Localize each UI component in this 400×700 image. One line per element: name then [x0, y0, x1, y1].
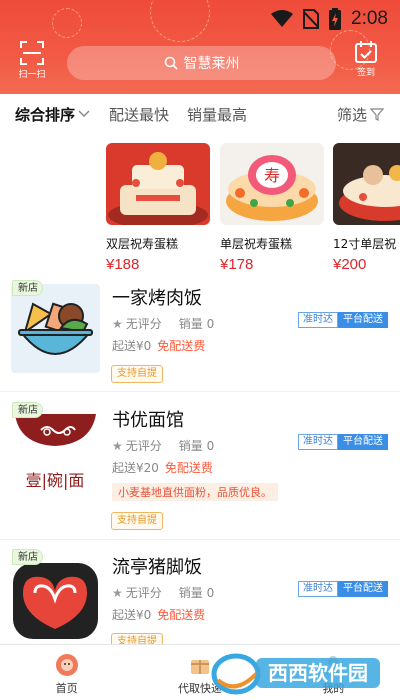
- sort-sales-label: 销量最高: [187, 105, 248, 124]
- delivery-fee: 免配送费: [157, 608, 206, 622]
- chevron-down-icon: [78, 110, 90, 118]
- no-sim-icon: [303, 9, 320, 29]
- pickup-badge: 支持自提: [111, 365, 163, 383]
- platform-delivery-tag: 平台配送: [338, 312, 388, 328]
- delivery-fee: 免配送费: [164, 461, 213, 475]
- watermark-logo: 西西软件园: [211, 653, 380, 695]
- store-name: 书优面馆: [112, 410, 184, 431]
- product-name: 12寸单层祝: [333, 237, 397, 251]
- new-store-badge: 新店: [12, 280, 43, 296]
- product-name: 单层祝寿蛋糕: [220, 237, 293, 251]
- store-fee: 起送¥0 免配送费: [112, 337, 205, 354]
- cake-image: [333, 143, 400, 225]
- home-icon: [55, 654, 78, 676]
- store-fee: 起送¥0 免配送费: [112, 606, 205, 623]
- store-logo: [11, 553, 100, 642]
- scan-label: 扫一扫: [18, 70, 46, 80]
- filter-label: 筛选: [336, 105, 367, 124]
- new-store-badge: 新店: [12, 402, 43, 418]
- app-screen: 2:08 扫一扫 智慧莱州 签到 综合排序 配送最快 销量最高 筛选 双层祝寿蛋…: [0, 0, 400, 700]
- signin-label: 签到: [356, 68, 375, 78]
- logo-text: 壹|碗|面: [26, 471, 85, 490]
- wifi-icon: [271, 10, 294, 27]
- star-icon: ★: [112, 438, 123, 453]
- new-store-badge: 新店: [12, 549, 43, 565]
- store-name: 流亭猪脚饭: [112, 557, 202, 578]
- search-input[interactable]: 智慧莱州: [67, 46, 336, 80]
- nav-home[interactable]: 首页: [0, 645, 133, 700]
- sort-comprehensive-label: 综合排序: [15, 105, 76, 124]
- store-logo: [11, 284, 100, 373]
- store-card[interactable]: 壹|碗|面 新店 书优面馆 ★ 无评分 销量 0 起送¥20 免配送费 准时达 平…: [0, 402, 400, 538]
- header: 2:08 扫一扫 智慧莱州 签到: [0, 0, 400, 94]
- star-icon: ★: [112, 316, 123, 331]
- svg-text:寿: 寿: [264, 166, 280, 185]
- cake-image: 寿: [220, 143, 324, 225]
- store-rating: 无评分: [125, 439, 162, 453]
- store-meta: ★ 无评分 销量 0: [112, 584, 214, 601]
- ontime-tag: 准时达: [298, 581, 338, 597]
- min-order: 起送¥0: [112, 339, 152, 353]
- sort-bar: 综合排序 配送最快 销量最高 筛选: [0, 94, 400, 134]
- calendar-check-icon: [355, 41, 377, 63]
- store-name: 一家烤肉饭: [112, 288, 202, 309]
- firework-decoration: [150, 0, 210, 42]
- firework-decoration: [52, 8, 82, 38]
- sort-fastest-label: 配送最快: [109, 105, 170, 124]
- pickup-badge: 支持自提: [111, 512, 163, 530]
- delivery-tags: 准时达 平台配送: [298, 434, 388, 450]
- platform-delivery-tag: 平台配送: [338, 434, 388, 450]
- delivery-tags: 准时达 平台配送: [298, 312, 388, 328]
- filter-button[interactable]: 筛选: [337, 94, 384, 134]
- store-meta: ★ 无评分 销量 0: [112, 315, 214, 332]
- divider: [0, 391, 400, 392]
- store-fee: 起送¥20 免配送费: [112, 459, 213, 476]
- store-card[interactable]: 新店 流亭猪脚饭 ★ 无评分 销量 0 起送¥0 免配送费 准时达 平台配送 支持…: [0, 549, 400, 651]
- cake-image: [106, 143, 210, 225]
- product-price: ¥200: [333, 256, 367, 273]
- store-sales: 销量 0: [178, 586, 215, 600]
- delivery-tags: 准时达 平台配送: [298, 581, 388, 597]
- signin-button[interactable]: 签到: [344, 40, 388, 78]
- watermark-text: 西西软件园: [268, 661, 368, 685]
- scan-icon: [20, 41, 44, 65]
- divider: [0, 539, 400, 540]
- search-placeholder: 智慧莱州: [183, 56, 240, 72]
- store-rating: 无评分: [125, 317, 162, 331]
- store-meta: ★ 无评分 销量 0: [112, 437, 214, 454]
- star-icon: ★: [112, 585, 123, 600]
- sort-fastest[interactable]: 配送最快: [109, 104, 169, 125]
- product-price: ¥178: [220, 256, 254, 273]
- store-sales: 销量 0: [178, 439, 215, 453]
- sort-sales[interactable]: 销量最高: [187, 104, 247, 125]
- min-order: 起送¥20: [112, 461, 159, 475]
- store-rating: 无评分: [125, 586, 162, 600]
- featured-item[interactable]: 寿 单层祝寿蛋糕 ¥178: [220, 143, 326, 273]
- platform-delivery-tag: 平台配送: [338, 581, 388, 597]
- product-name: 双层祝寿蛋糕: [106, 237, 179, 251]
- featured-products: 双层祝寿蛋糕 ¥188 寿 单层祝寿蛋糕 ¥178 12寸单层祝 ¥200: [106, 143, 400, 275]
- status-bar: 2:08: [271, 6, 388, 32]
- product-price: ¥188: [106, 256, 140, 273]
- ontime-tag: 准时达: [298, 434, 338, 450]
- status-time: 2:08: [351, 8, 388, 29]
- battery-icon: [329, 8, 342, 30]
- store-logo: 壹|碗|面: [11, 406, 100, 495]
- delivery-fee: 免配送费: [157, 339, 206, 353]
- filter-icon: [370, 108, 384, 121]
- sort-comprehensive[interactable]: 综合排序: [15, 104, 91, 125]
- store-sales: 销量 0: [178, 317, 215, 331]
- nav-home-label: 首页: [55, 682, 78, 695]
- store-promo: 小麦基地直供面粉，品质优良。: [112, 483, 278, 501]
- scan-button[interactable]: 扫一扫: [10, 40, 54, 80]
- search-icon: [164, 56, 178, 70]
- ontime-tag: 准时达: [298, 312, 338, 328]
- min-order: 起送¥0: [112, 608, 152, 622]
- featured-item[interactable]: 双层祝寿蛋糕 ¥188: [106, 143, 212, 273]
- store-card[interactable]: 新店 一家烤肉饭 ★ 无评分 销量 0 起送¥0 免配送费 准时达 平台配送 支持…: [0, 280, 400, 390]
- featured-item[interactable]: 12寸单层祝 ¥200: [333, 143, 400, 273]
